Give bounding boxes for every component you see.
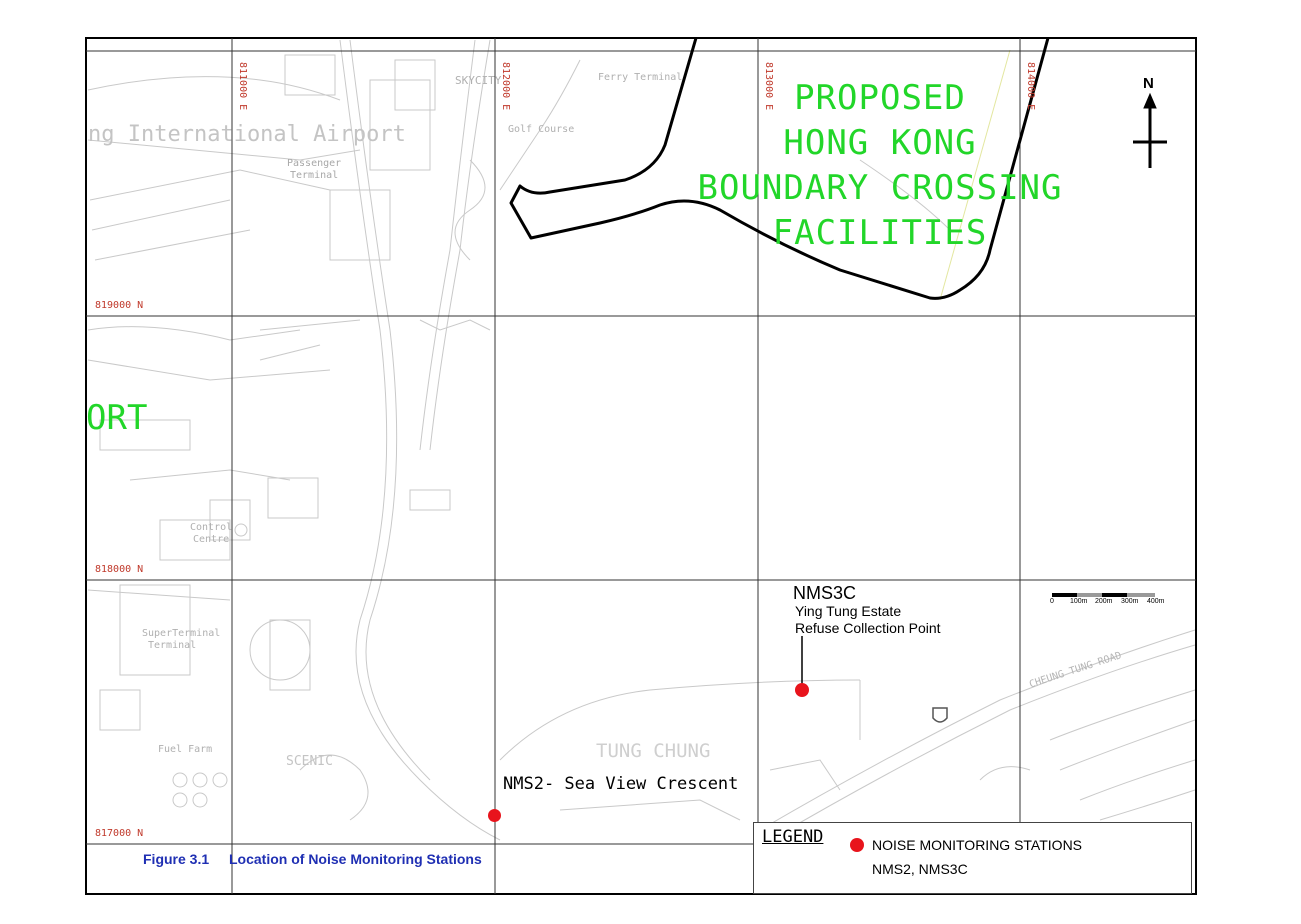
figure-number: Figure 3.1	[143, 851, 210, 867]
facility-label-line: HONG KONG	[783, 123, 977, 163]
easting-label: 811000 E	[237, 62, 248, 111]
legend-station-symbol	[850, 838, 864, 852]
northing-label: 819000 N	[95, 300, 144, 311]
facility-label-line: FACILITIES	[772, 213, 988, 253]
control-centre-label: Control	[190, 522, 233, 533]
airport-label: ng International Airport	[88, 122, 406, 147]
scale-label: 100m	[1070, 598, 1088, 605]
northing-label: 817000 N	[95, 828, 144, 839]
facility-label-line: PROPOSED	[794, 78, 966, 118]
control-centre-label: Centre	[193, 534, 230, 545]
scale-bar	[1052, 593, 1155, 597]
nms3c-description-line: Ying Tung Estate	[795, 603, 902, 619]
passenger-terminal-label: Terminal	[290, 170, 339, 181]
nms3c-description-line: Refuse Collection Point	[795, 620, 941, 636]
passenger-terminal-label: Passenger	[287, 158, 342, 169]
northing-label: 818000 N	[95, 564, 144, 575]
nms3c-station-marker[interactable]	[795, 683, 809, 697]
facility-label-line: BOUNDARY CROSSING	[697, 168, 1063, 208]
superterminal-label: SuperTerminal	[142, 628, 221, 639]
legend-symbol-label: NOISE MONITORING STATIONS	[872, 837, 1083, 853]
scale-label: 400m	[1147, 598, 1165, 605]
north-arrow	[1133, 92, 1167, 168]
legend-title: LEGEND	[762, 827, 824, 847]
nms3c-id-label: NMS3C	[793, 583, 857, 603]
superterminal-label: Terminal	[148, 640, 197, 651]
north-arrow-label: N	[1143, 75, 1154, 92]
nms2-station-label: NMS2- Sea View Crescent	[503, 774, 739, 794]
scale-label: 0	[1050, 598, 1054, 605]
golf-course-label: Golf Course	[508, 124, 575, 135]
airport-partial-label: ORT	[86, 398, 148, 438]
scale-label: 200m	[1095, 598, 1113, 605]
tung-chung-label: TUNG CHUNG	[596, 740, 711, 762]
legend: LEGEND NOISE MONITORING STATIONS NMS2, N…	[753, 822, 1192, 894]
map-sheet: 811000 E 812000 E 813000 E 814000 E 8190…	[0, 0, 1301, 924]
figure-title: Location of Noise Monitoring Stations	[229, 851, 482, 867]
skycity-label: SKYCITY	[455, 74, 502, 87]
fuel-farm-label: Fuel Farm	[158, 744, 213, 755]
scenic-label: SCENIC	[286, 754, 333, 769]
shield-marker	[932, 707, 948, 723]
facility-label: PROPOSED HONG KONG BOUNDARY CROSSING FAC…	[670, 76, 1090, 256]
nms2-station-marker[interactable]	[488, 809, 501, 822]
easting-label: 812000 E	[500, 62, 511, 111]
scale-label: 300m	[1121, 598, 1139, 605]
legend-stations-list: NMS2, NMS3C	[872, 861, 968, 877]
